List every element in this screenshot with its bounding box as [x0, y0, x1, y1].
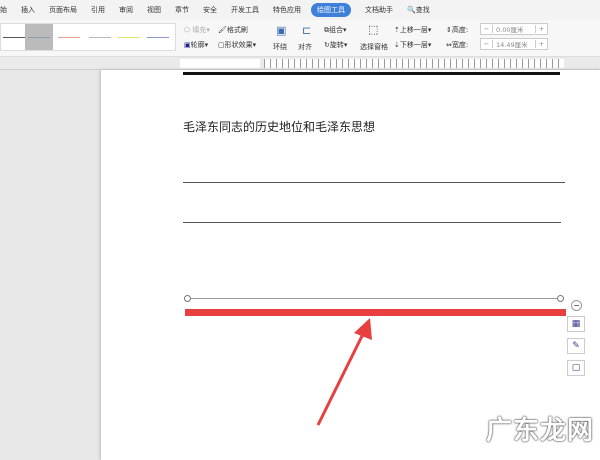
- pen-icon[interactable]: ✎: [567, 338, 585, 354]
- red-arrow: [316, 318, 372, 426]
- layout-options-icon[interactable]: ▦: [567, 316, 585, 332]
- outline-style-icon[interactable]: ▢: [567, 360, 585, 376]
- collapse-icon[interactable]: −: [571, 300, 582, 311]
- watermark: 广东龙网: [486, 416, 595, 446]
